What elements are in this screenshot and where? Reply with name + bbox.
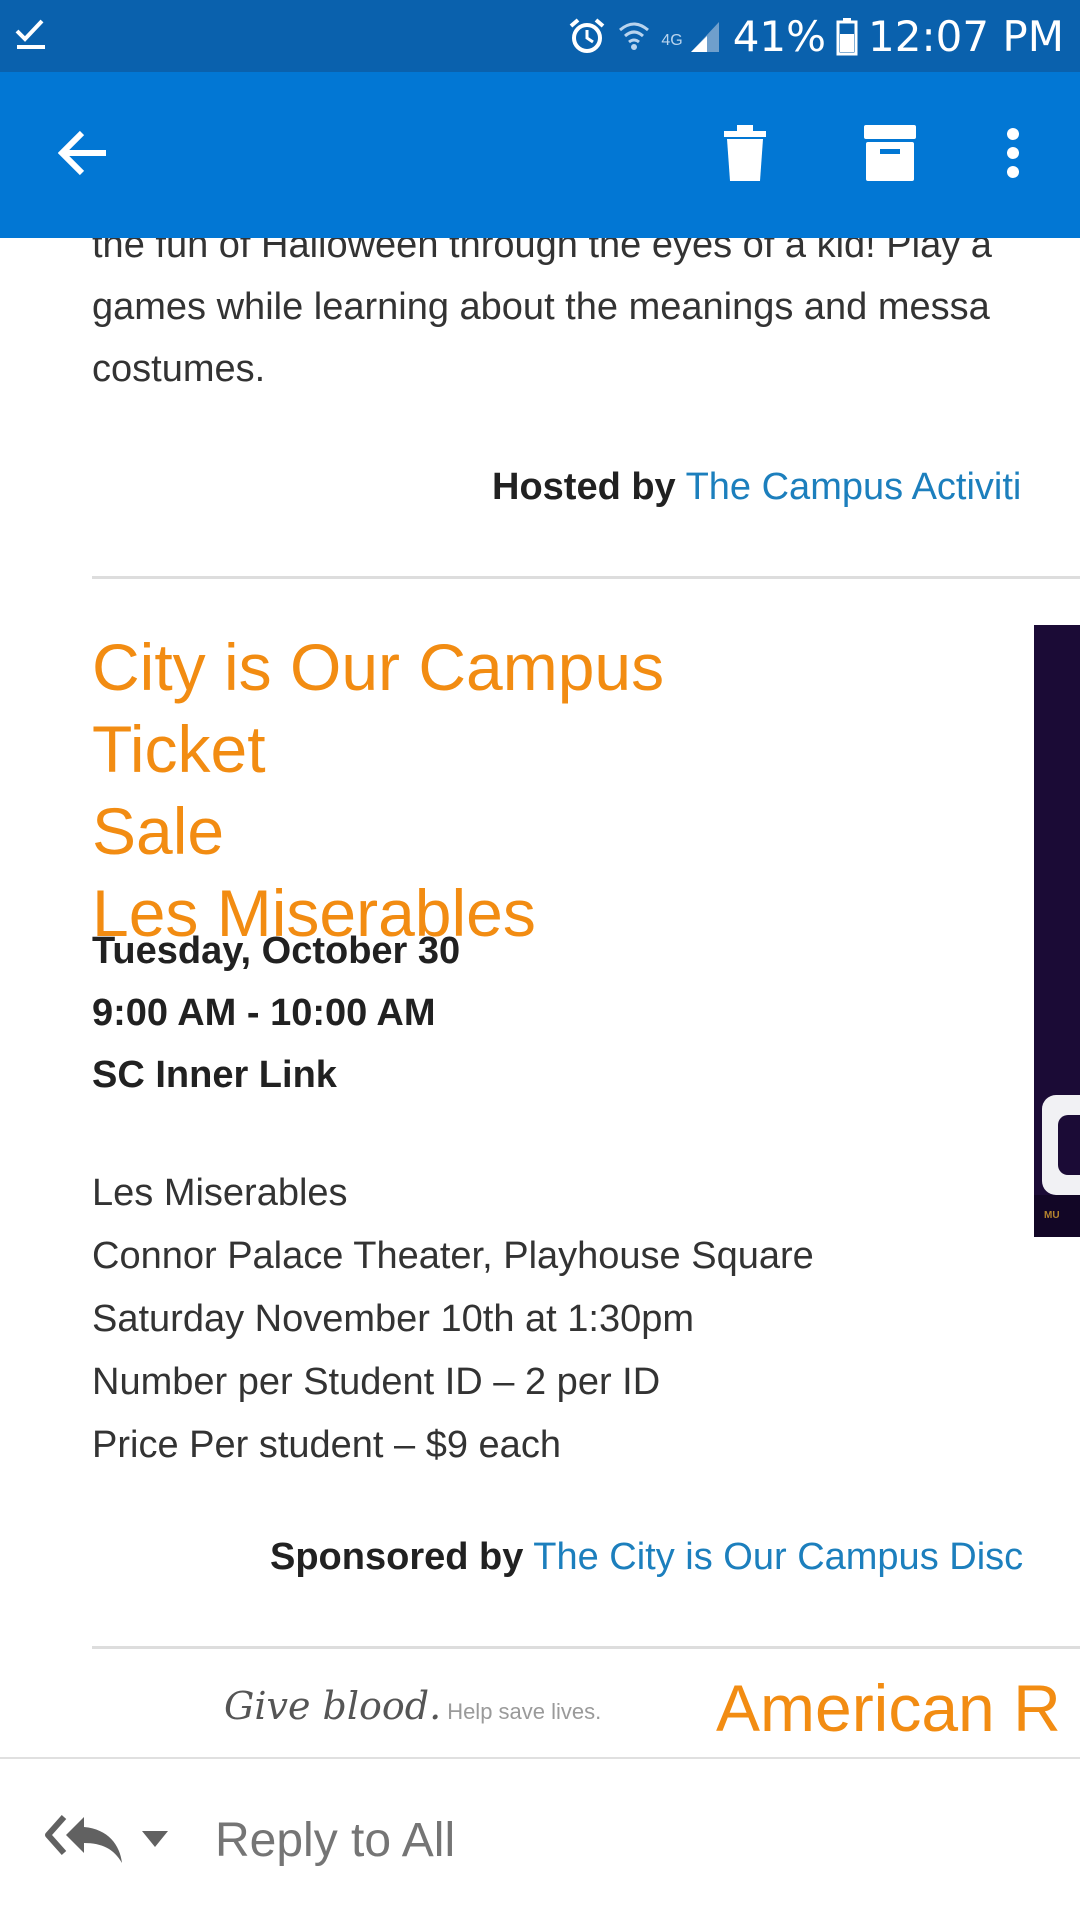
host-byline: Hosted by The Campus Activiti [492,466,1021,509]
detail-line: Connor Palace Theater, Playhouse Square [92,1235,814,1277]
delete-button[interactable] [700,72,790,238]
reply-to-all-label[interactable]: Reply to All [215,1813,455,1868]
alarm-icon [567,16,607,56]
archive-button[interactable] [840,72,940,238]
status-bar: 4G 41% 12:07 PM [0,0,1080,72]
poster-text: MU [1044,1210,1060,1221]
reply-all-icon [44,1815,126,1871]
clock: 12:07 PM [868,11,1064,61]
archive-icon [864,124,916,186]
give-blood-text: Give blood. [224,1684,442,1728]
checkmark-download-icon [14,17,48,56]
detail-line: Saturday November 10th at 1:30pm [92,1298,695,1340]
battery-percent: 41% [732,11,827,61]
event-date: Tuesday, October 30 [92,930,461,972]
detail-line: Les Miserables [92,1172,348,1214]
battery-icon [836,16,858,56]
back-button[interactable] [46,72,122,238]
event-divider [92,576,1080,579]
more-vert-icon [1006,127,1020,184]
detail-line: Price Per student – $9 each [92,1424,561,1466]
more-options-button[interactable] [990,72,1036,238]
give-blood-image[interactable]: Give blood. Help save lives. [224,1684,601,1728]
event-title[interactable]: City is Our Campus Ticket Sale Les Miser… [92,626,832,954]
reply-options-dropdown[interactable] [140,1829,170,1849]
host-link[interactable]: The Campus Activiti [686,466,1022,508]
chevron-down-icon [140,1831,170,1853]
network-type: 4G [661,31,683,49]
message-body[interactable]: the fun of Halloween through the eyes of… [0,238,1080,1758]
status-right: 4G 41% 12:07 PM [567,12,1064,61]
reply-bar: Reply to All [0,1757,1080,1920]
app-bar [0,72,1080,238]
event-title-line: Sale [92,794,225,868]
sponsor-label: Sponsored by [270,1536,524,1578]
event-time: 9:00 AM - 10:00 AM [92,992,436,1034]
wifi-icon [617,16,651,56]
sponsor-link[interactable]: The City is Our Campus Disc [533,1536,1023,1578]
event-details: Les Miserables Connor Palace Theater, Pl… [92,1162,814,1477]
signal-icon [687,16,723,56]
host-label: Hosted by [492,466,676,508]
description-line: games while learning about the meanings … [92,286,990,328]
give-blood-tagline: Help save lives. [447,1699,602,1724]
event-location: SC Inner Link [92,1054,337,1096]
event-poster-image[interactable]: MU [1034,625,1080,1237]
previous-event-description: the fun of Halloween through the eyes of… [92,238,1080,400]
poster-figure-shadow [1058,1115,1080,1175]
delete-icon [724,124,766,186]
back-arrow-icon [57,129,110,182]
reply-all-button[interactable] [44,1811,126,1867]
description-line: costumes. [92,348,266,390]
event-meta: Tuesday, October 30 9:00 AM - 10:00 AM S… [92,920,460,1106]
event-divider [92,1646,1080,1649]
sponsor-byline: Sponsored by The City is Our Campus Disc [270,1536,1023,1579]
detail-line: Number per Student ID – 2 per ID [92,1361,661,1403]
description-line: the fun of Halloween through the eyes of… [92,238,992,266]
event-title-line: City is Our Campus Ticket [92,630,665,786]
status-left [14,17,48,56]
next-event-title[interactable]: American R [716,1670,1061,1746]
